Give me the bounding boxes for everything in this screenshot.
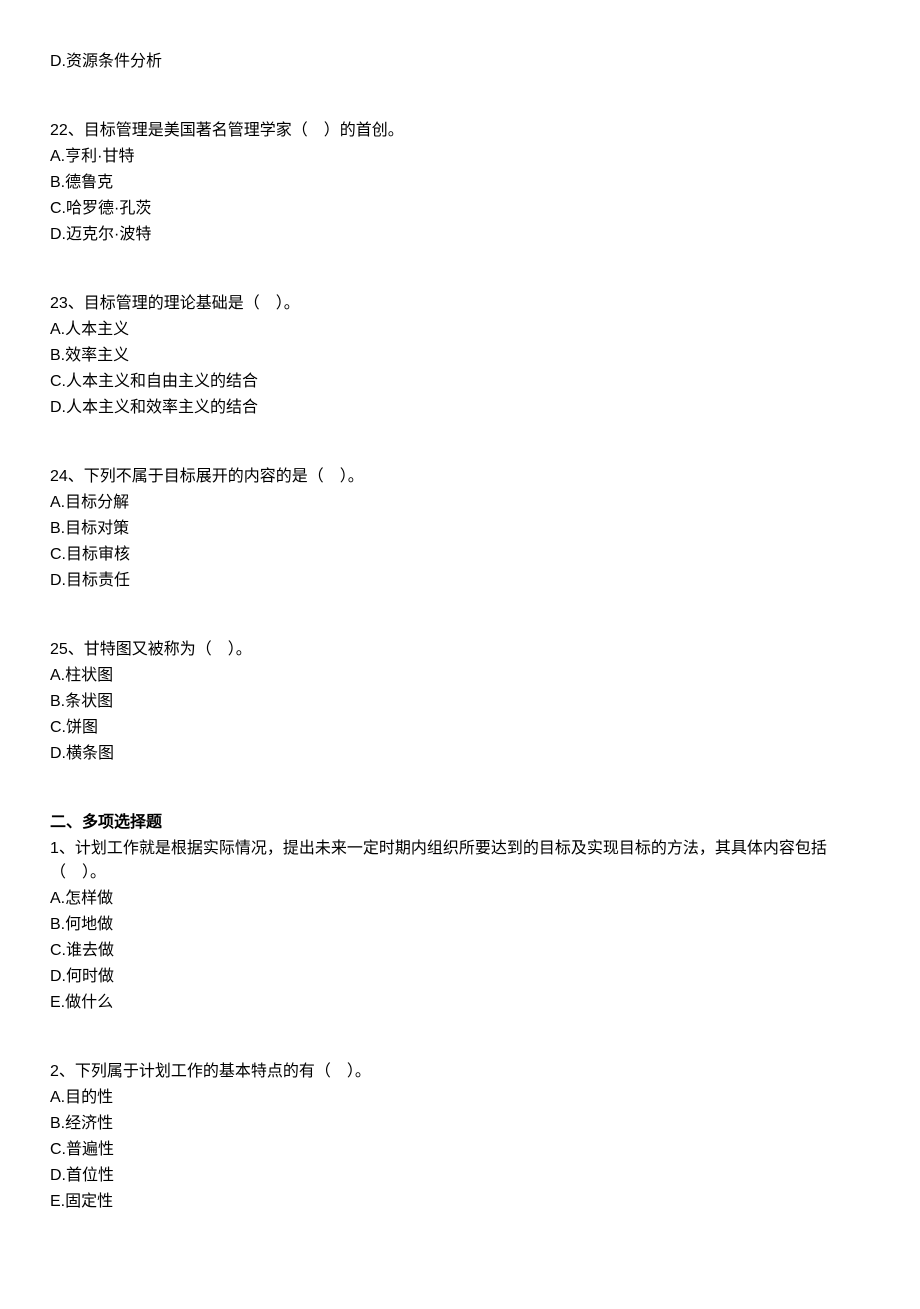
mq2-option-b: B.经济性 [50,1112,870,1136]
q25-option-c: C.饼图 [50,716,870,740]
section-2-title: 二、多项选择题 [50,811,870,835]
q24-option-d: D.目标责任 [50,569,870,593]
mq2-option-d: D.首位性 [50,1164,870,1188]
mq2-option-c: C.普遍性 [50,1138,870,1162]
q23-text: 23、目标管理的理论基础是（ ）。 [50,292,870,316]
mq1-option-b: B.何地做 [50,913,870,937]
q22-option-a: A.亨利·甘特 [50,145,870,169]
mq1-option-c: C.谁去做 [50,939,870,963]
q23-option-c: C.人本主义和自由主义的结合 [50,370,870,394]
mq1-option-e: E.做什么 [50,991,870,1015]
q24-option-c: C.目标审核 [50,543,870,567]
q24-text: 24、下列不属于目标展开的内容的是（ ）。 [50,465,870,489]
q22-option-c: C.哈罗德·孔茨 [50,197,870,221]
mq2-option-a: A.目的性 [50,1086,870,1110]
q21-option-d: D.资源条件分析 [50,50,870,74]
q24-option-b: B.目标对策 [50,517,870,541]
q22-option-b: B.德鲁克 [50,171,870,195]
q23-option-d: D.人本主义和效率主义的结合 [50,396,870,420]
q25-text: 25、甘特图又被称为（ ）。 [50,638,870,662]
mq2-option-e: E.固定性 [50,1190,870,1214]
mq1-option-d: D.何时做 [50,965,870,989]
multi-question-1: 1、计划工作就是根据实际情况，提出未来一定时期内组织所要达到的目标及实现目标的方… [50,837,870,1015]
q25-option-b: B.条状图 [50,690,870,714]
mq2-text: 2、下列属于计划工作的基本特点的有（ ）。 [50,1060,870,1084]
question-23: 23、目标管理的理论基础是（ ）。 A.人本主义 B.效率主义 C.人本主义和自… [50,292,870,420]
q22-text: 22、目标管理是美国著名管理学家（ ）的首创。 [50,119,870,143]
question-24: 24、下列不属于目标展开的内容的是（ ）。 A.目标分解 B.目标对策 C.目标… [50,465,870,593]
q25-option-a: A.柱状图 [50,664,870,688]
question-25: 25、甘特图又被称为（ ）。 A.柱状图 B.条状图 C.饼图 D.横条图 [50,638,870,766]
q23-option-b: B.效率主义 [50,344,870,368]
multi-question-2: 2、下列属于计划工作的基本特点的有（ ）。 A.目的性 B.经济性 C.普遍性 … [50,1060,870,1214]
mq1-option-a: A.怎样做 [50,887,870,911]
q25-option-d: D.横条图 [50,742,870,766]
q22-option-d: D.迈克尔·波特 [50,223,870,247]
question-22: 22、目标管理是美国著名管理学家（ ）的首创。 A.亨利·甘特 B.德鲁克 C.… [50,119,870,247]
mq1-text: 1、计划工作就是根据实际情况，提出未来一定时期内组织所要达到的目标及实现目标的方… [50,837,870,885]
q24-option-a: A.目标分解 [50,491,870,515]
q23-option-a: A.人本主义 [50,318,870,342]
